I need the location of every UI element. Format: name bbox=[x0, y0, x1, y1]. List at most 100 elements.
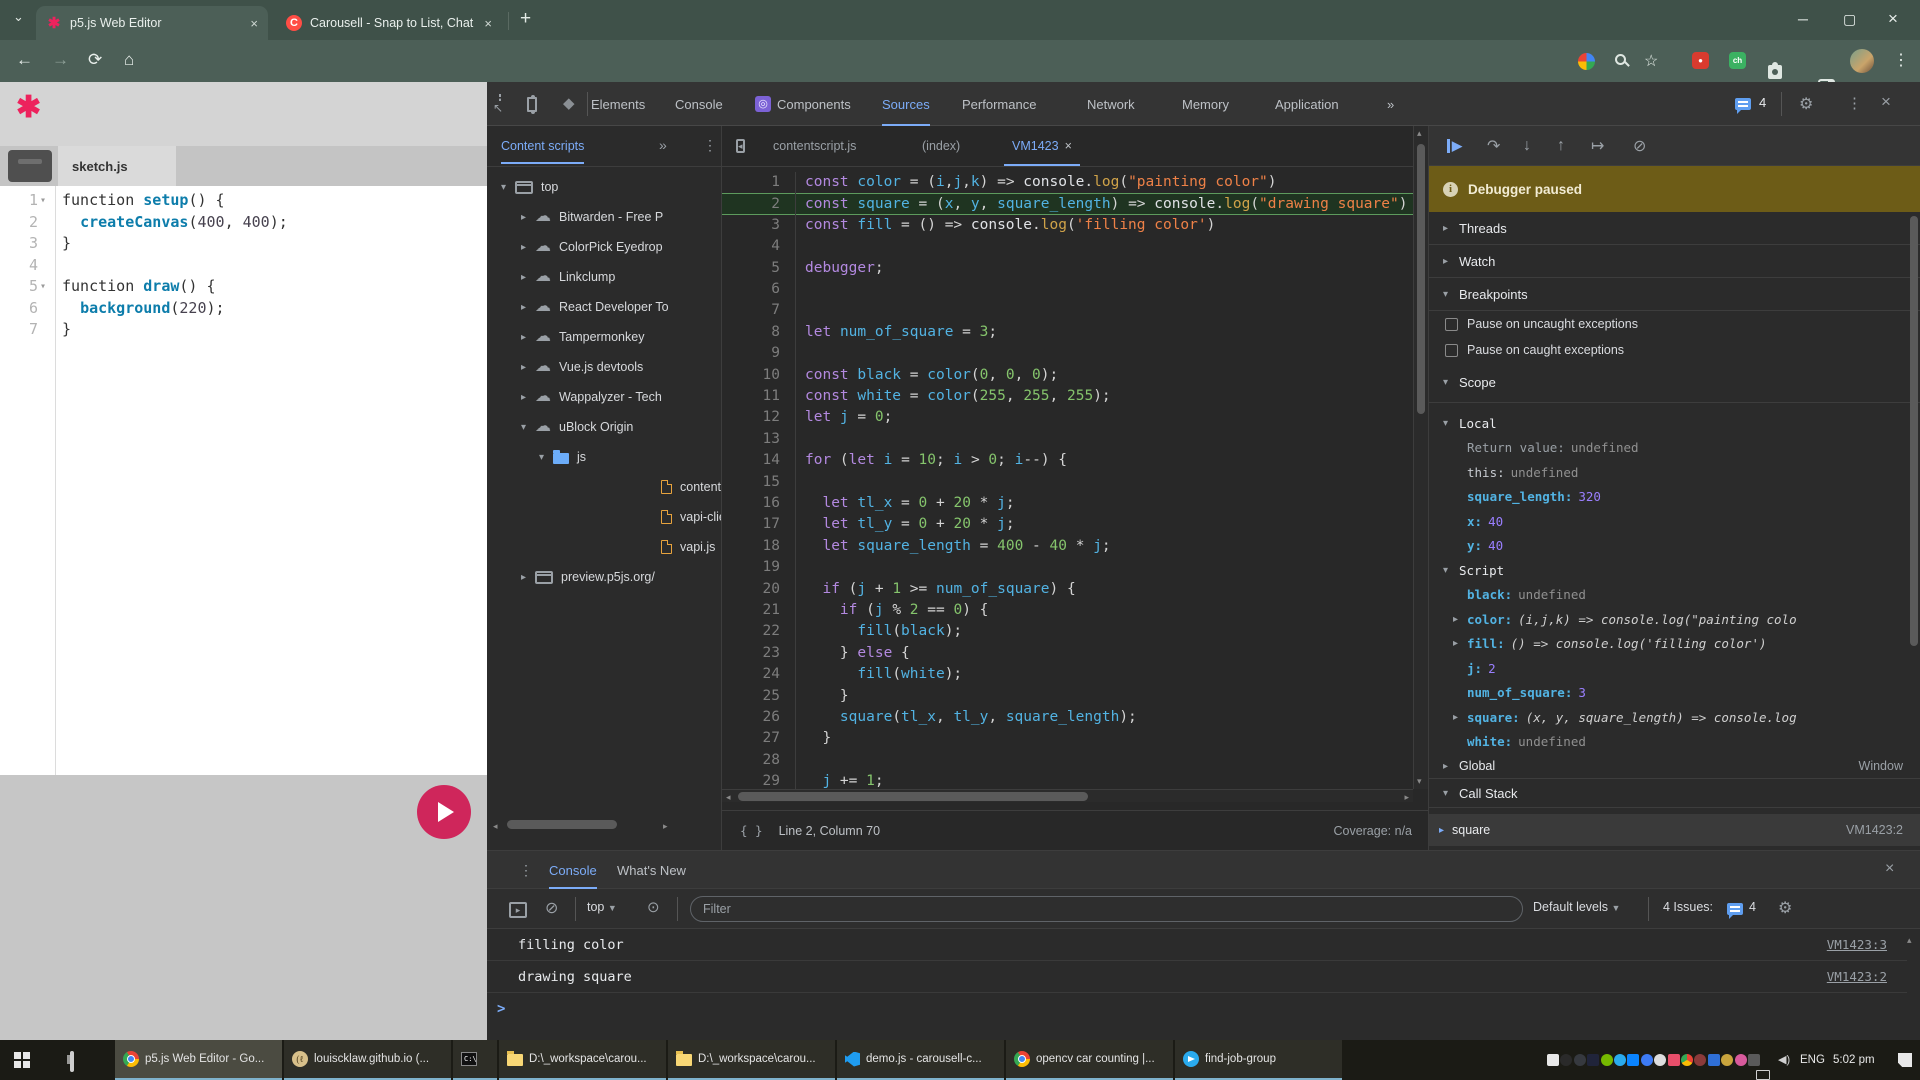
devtools-tab-console[interactable]: Console bbox=[675, 82, 723, 126]
code-line-7[interactable]: 7 bbox=[722, 300, 1413, 321]
section-scope[interactable]: ▾Scope bbox=[1429, 363, 1920, 403]
tray-icon-7[interactable] bbox=[1641, 1054, 1653, 1066]
code-line-8[interactable]: 8let num_of_square = 3; bbox=[722, 322, 1413, 343]
tray-icon-0[interactable] bbox=[1547, 1054, 1559, 1066]
settings-gear-icon[interactable]: ⚙ bbox=[1799, 94, 1813, 114]
code-line-23[interactable]: 23 } else { bbox=[722, 643, 1413, 664]
tree-item-bitwarden-free-p[interactable]: ▸☁Bitwarden - Free P bbox=[487, 202, 722, 232]
tab-close-icon[interactable]: × bbox=[484, 16, 492, 31]
browser-tab-p5[interactable]: ✱ p5.js Web Editor × bbox=[36, 6, 268, 40]
code-line-29[interactable]: 29 j += 1; bbox=[722, 771, 1413, 789]
section-call-stack[interactable]: ▾Call Stack bbox=[1429, 778, 1920, 808]
console-settings-gear-icon[interactable]: ⚙ bbox=[1778, 898, 1792, 918]
scroll-left-arrow[interactable]: ◂ bbox=[493, 821, 498, 832]
editor-h-scrollbar[interactable]: ◂ ▸ bbox=[722, 789, 1413, 802]
deactivate-breakpoints-icon[interactable]: ⊘ bbox=[1633, 126, 1646, 166]
code-line-16[interactable]: 16 let tl_x = 0 + 20 * j; bbox=[722, 493, 1413, 514]
taskbar-app-opencv-car-counting-[interactable]: opencv car counting |... bbox=[1006, 1040, 1173, 1080]
extension-icon-green[interactable]: ch bbox=[1729, 52, 1746, 69]
step-over-icon[interactable]: ↷ bbox=[1487, 126, 1500, 166]
console-filter-input[interactable]: Filter bbox=[690, 896, 1523, 922]
step-into-icon[interactable]: ↓ bbox=[1523, 126, 1531, 166]
devtools-tab-sources[interactable]: Sources bbox=[882, 82, 930, 126]
window-maximize-button[interactable]: ▢ bbox=[1843, 11, 1856, 28]
taskbar-app-cmd[interactable]: C:\ bbox=[453, 1040, 497, 1080]
google-lens-icon[interactable] bbox=[1578, 53, 1595, 70]
breakpoint-option[interactable]: Pause on uncaught exceptions bbox=[1429, 311, 1920, 337]
back-button[interactable]: ← bbox=[16, 50, 33, 70]
code-line-2[interactable]: 2const square = (x, y, square_length) =>… bbox=[722, 193, 1413, 214]
drawer-close-icon[interactable]: × bbox=[1885, 860, 1894, 878]
scope-entry-square[interactable]: ▸square: (x, y, square_length) => consol… bbox=[1429, 705, 1920, 730]
p5-code-line[interactable]: 3} bbox=[0, 233, 487, 255]
extension-icon-red[interactable]: ● bbox=[1692, 52, 1709, 69]
scope-entry-black[interactable]: black: undefined bbox=[1429, 583, 1920, 608]
p5-code-line[interactable]: 5▾function draw() { bbox=[0, 276, 487, 298]
tray-icon-12[interactable] bbox=[1708, 1054, 1720, 1066]
tray-icon-14[interactable] bbox=[1735, 1054, 1747, 1066]
tab-close-icon[interactable]: × bbox=[250, 16, 258, 31]
p5-logo[interactable]: ✱ bbox=[16, 90, 41, 125]
h-scrollbar-thumb[interactable] bbox=[507, 820, 617, 829]
issues-count[interactable]: 4 bbox=[1759, 95, 1766, 110]
devtools-tab-memory[interactable]: Memory bbox=[1182, 82, 1229, 126]
code-line-1[interactable]: 1const color = (i,j,k) => console.log("p… bbox=[722, 172, 1413, 193]
device-toolbar-icon[interactable] bbox=[531, 97, 535, 112]
log-levels-dropdown[interactable]: Default levels ▼ bbox=[1533, 900, 1620, 914]
scope-entry-fill[interactable]: ▸fill: () => console.log('filling color'… bbox=[1429, 632, 1920, 657]
scope-local-header[interactable]: ▾Local bbox=[1429, 411, 1920, 436]
code-editor[interactable]: 1const color = (i,j,k) => console.log("p… bbox=[722, 172, 1413, 789]
clear-console-icon[interactable]: ⊘ bbox=[545, 898, 558, 918]
taskbar-app-demo-js-carousell-c-[interactable]: demo.js - carousell-c... bbox=[837, 1040, 1004, 1080]
profile-avatar[interactable] bbox=[1850, 49, 1874, 73]
file-tab-index[interactable]: (index) bbox=[922, 126, 960, 166]
devtools-tab-application[interactable]: Application bbox=[1275, 82, 1339, 126]
browser-menu-icon[interactable]: ⋮ bbox=[1893, 50, 1909, 70]
p5-code-line[interactable]: 4 bbox=[0, 255, 487, 277]
network-icon[interactable] bbox=[1756, 1070, 1770, 1080]
language-indicator[interactable]: ENG bbox=[1800, 1040, 1825, 1080]
section-watch[interactable]: ▸Watch bbox=[1429, 245, 1920, 278]
source-link[interactable]: VM1423:2 bbox=[1827, 969, 1887, 984]
tray-icon-5[interactable] bbox=[1614, 1054, 1626, 1066]
p5-code-line[interactable]: 6 background(220); bbox=[0, 298, 487, 320]
section-breakpoints[interactable]: ▾Breakpoints bbox=[1429, 278, 1920, 311]
tray-icon-4[interactable] bbox=[1601, 1054, 1613, 1066]
bookmark-star-icon[interactable]: ☆ bbox=[1644, 51, 1658, 71]
tray-icon-3[interactable] bbox=[1587, 1054, 1599, 1066]
devtools-tab-network[interactable]: Network bbox=[1087, 82, 1135, 126]
reload-button[interactable]: ⟳ bbox=[88, 50, 102, 70]
tray-icon-10[interactable] bbox=[1681, 1054, 1693, 1066]
code-line-21[interactable]: 21 if (j % 2 == 0) { bbox=[722, 600, 1413, 621]
volume-icon[interactable]: ◀) bbox=[1778, 1053, 1790, 1066]
code-line-25[interactable]: 25 } bbox=[722, 686, 1413, 707]
drawer-tab-whats-new[interactable]: What's New bbox=[617, 851, 686, 889]
tray-icon-1[interactable] bbox=[1560, 1054, 1572, 1066]
call-stack-frame[interactable]: ▸squareVM1423:2 bbox=[1429, 814, 1920, 846]
sketch-files-drawer-icon[interactable] bbox=[8, 150, 52, 182]
sidebar-menu-icon[interactable]: ⋮ bbox=[703, 137, 717, 154]
section-threads[interactable]: ▸Threads bbox=[1429, 212, 1920, 245]
drawer-menu-icon[interactable]: ⋮ bbox=[519, 862, 533, 879]
code-line-5[interactable]: 5debugger; bbox=[722, 258, 1413, 279]
scope-entry-num_of_square[interactable]: num_of_square: 3 bbox=[1429, 681, 1920, 706]
context-selector[interactable]: top ▼ bbox=[587, 900, 617, 914]
code-line-4[interactable]: 4 bbox=[722, 236, 1413, 257]
tab-search-icon[interactable]: ⌄ bbox=[13, 9, 24, 25]
home-button[interactable]: ⌂ bbox=[124, 50, 134, 70]
file-tab-sketchjs[interactable]: sketch.js bbox=[58, 146, 176, 186]
code-line-26[interactable]: 26 square(tl_x, tl_y, square_length); bbox=[722, 707, 1413, 728]
console-scroll-up-arrow[interactable]: ▴ bbox=[1907, 935, 1912, 946]
tab-content-scripts[interactable]: Content scripts bbox=[501, 126, 584, 166]
scope-entry-Returnvalue[interactable]: Return value: undefined bbox=[1429, 436, 1920, 461]
devtools-tab-elements[interactable]: Elements bbox=[591, 82, 645, 126]
scope-entry-this[interactable]: this: undefined bbox=[1429, 460, 1920, 485]
tree-item-colorpick-eyedrop[interactable]: ▸☁ColorPick Eyedrop bbox=[487, 232, 722, 262]
step-icon[interactable]: ↦ bbox=[1591, 126, 1604, 166]
taskbar-app-d-workspace-carou-[interactable]: D:\_workspace\carou... bbox=[499, 1040, 666, 1080]
taskbar-app-p5-js-web-editor-go-[interactable]: p5.js Web Editor - Go... bbox=[115, 1040, 282, 1080]
file-tab-contentscriptjs[interactable]: contentscript.js bbox=[773, 126, 856, 166]
p5-code-line[interactable]: 1▾function setup() { bbox=[0, 190, 487, 212]
code-line-13[interactable]: 13 bbox=[722, 429, 1413, 450]
issues-bubble-icon[interactable] bbox=[1735, 98, 1751, 113]
